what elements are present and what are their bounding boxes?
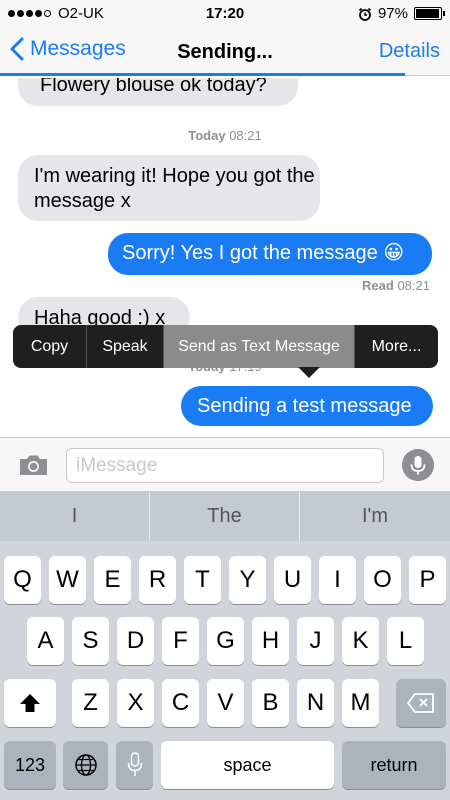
dictation-key[interactable] [116, 741, 153, 789]
key-l[interactable]: L [387, 617, 424, 665]
read-label: Read [362, 278, 394, 293]
prediction-suggestion[interactable]: I'm [300, 491, 450, 541]
globe-icon [74, 754, 97, 776]
microphone-icon[interactable] [402, 449, 434, 481]
key-y[interactable]: Y [229, 556, 266, 604]
battery-icon [414, 7, 445, 20]
key-v[interactable]: V [207, 679, 244, 727]
message-thread[interactable]: Flowery blouse ok today? Today 08:21 I'm… [0, 78, 450, 437]
key-w[interactable]: W [49, 556, 86, 604]
key-c[interactable]: C [162, 679, 199, 727]
outgoing-message-bubble-sending[interactable]: Sending a test message [181, 386, 433, 426]
prediction-suggestion[interactable]: I [0, 491, 150, 541]
key-r[interactable]: R [139, 556, 176, 604]
message-context-menu: Copy Speak Send as Text Message More... [13, 325, 438, 368]
message-input-bar [0, 437, 450, 491]
outgoing-message-bubble[interactable]: Sorry! Yes I got the message 😀 [108, 233, 432, 275]
incoming-message-bubble[interactable]: Flowery blouse ok today? [18, 78, 298, 106]
key-x[interactable]: X [117, 679, 154, 727]
message-input[interactable] [66, 448, 384, 483]
battery-percent: 97% [377, 5, 408, 22]
key-z[interactable]: Z [72, 679, 109, 727]
return-key[interactable]: return [342, 741, 446, 789]
key-d[interactable]: D [117, 617, 154, 665]
read-receipt: Read 08:21 [362, 278, 430, 293]
key-u[interactable]: U [274, 556, 311, 604]
numbers-key[interactable]: 123 [4, 741, 56, 789]
key-b[interactable]: B [252, 679, 289, 727]
send-progress-fill [0, 73, 405, 76]
context-menu-pointer [298, 367, 320, 378]
status-right: 97% [358, 5, 445, 22]
timestamp-time: 08:21 [229, 128, 262, 143]
shift-arrow-icon [20, 694, 40, 712]
status-bar: O2-UK 17:20 97% [0, 0, 450, 28]
menu-item-send-as-text[interactable]: Send as Text Message [164, 325, 355, 368]
shift-key[interactable] [4, 679, 56, 727]
timestamp: Today 08:21 [0, 128, 450, 143]
menu-item-more[interactable]: More... [355, 325, 438, 368]
timestamp-day: Today [188, 128, 226, 143]
incoming-message-bubble[interactable]: I'm wearing it! Hope you got the message… [18, 155, 320, 221]
key-q[interactable]: Q [4, 556, 41, 604]
key-f[interactable]: F [162, 617, 199, 665]
key-g[interactable]: G [207, 617, 244, 665]
menu-item-copy[interactable]: Copy [13, 325, 87, 368]
on-screen-keyboard: I The I'm Q W E R T Y U I O P A S D F G … [0, 491, 450, 800]
space-key[interactable]: space [161, 741, 334, 789]
microphone-icon [127, 752, 142, 776]
key-t[interactable]: T [184, 556, 221, 604]
menu-item-speak[interactable]: Speak [87, 325, 164, 368]
key-e[interactable]: E [94, 556, 131, 604]
read-time: 08:21 [397, 278, 430, 293]
send-progress-bar [0, 73, 450, 76]
backspace-icon [407, 693, 434, 713]
prediction-suggestion[interactable]: The [150, 491, 300, 541]
key-m[interactable]: M [342, 679, 379, 727]
key-i[interactable]: I [319, 556, 356, 604]
globe-key[interactable] [63, 741, 108, 789]
delete-key[interactable] [396, 679, 446, 727]
key-o[interactable]: O [364, 556, 401, 604]
details-button[interactable]: Details [379, 40, 440, 63]
predictive-text-bar: I The I'm [0, 491, 450, 541]
key-n[interactable]: N [297, 679, 334, 727]
key-p[interactable]: P [409, 556, 446, 604]
key-h[interactable]: H [252, 617, 289, 665]
key-j[interactable]: J [297, 617, 334, 665]
navigation-bar: Messages Sending... Details [0, 28, 450, 76]
key-a[interactable]: A [27, 617, 64, 665]
alarm-clock-icon [358, 7, 372, 21]
battery-level [416, 9, 440, 18]
key-k[interactable]: K [342, 617, 379, 665]
camera-icon[interactable] [18, 453, 49, 477]
key-s[interactable]: S [72, 617, 109, 665]
